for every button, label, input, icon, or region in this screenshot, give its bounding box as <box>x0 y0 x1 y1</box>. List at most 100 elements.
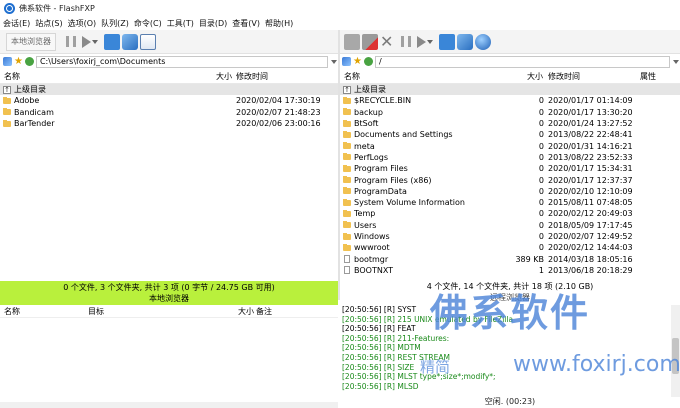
file-size: 0 <box>538 198 544 208</box>
table-row[interactable]: Documents and Settings 0 2013/08/22 22:48:… <box>340 129 680 140</box>
file-name: BtSoft <box>354 119 379 129</box>
menu-tools[interactable]: 工具(T) <box>167 18 194 29</box>
star-icon[interactable]: ★ <box>14 57 23 67</box>
network-icon[interactable] <box>342 57 351 66</box>
watermark-brand: 佛系软件 <box>430 291 591 335</box>
remote-path-input[interactable]: / <box>374 55 670 68</box>
menu-queue[interactable]: 队列(Z) <box>101 18 129 29</box>
local-col-date[interactable]: 修改时间 <box>236 71 268 82</box>
file-name: ProgramData <box>354 186 407 196</box>
remote-col-attr[interactable]: 属性 <box>640 71 656 82</box>
star-icon[interactable]: ★ <box>353 57 362 67</box>
bookmark-icon[interactable] <box>363 57 373 66</box>
table-row[interactable]: meta 0 2020/01/31 14:16:21 <box>340 140 680 151</box>
table-row[interactable]: Adobe 2020/02/04 17:30:19 <box>0 95 338 106</box>
folder-icon <box>3 108 11 116</box>
local-file-list: ↑ 上级目录 Adobe 2020/02/04 17:30:19 Bandica… <box>0 84 338 129</box>
table-row[interactable]: Windows 0 2020/02/07 12:49:52 <box>340 231 680 242</box>
remote-globe-button[interactable] <box>475 32 492 52</box>
table-row[interactable]: $RECYCLE.BIN 0 2020/01/17 01:14:09 <box>340 95 680 106</box>
table-row[interactable]: Users 0 2018/05/09 17:17:45 <box>340 220 680 231</box>
folder-icon <box>343 198 351 206</box>
table-row[interactable]: wwwroot 0 2020/02/12 14:44:03 <box>340 242 680 253</box>
local-home-button[interactable] <box>140 32 156 52</box>
table-row[interactable]: BtSoft 0 2020/01/24 13:27:52 <box>340 118 680 129</box>
pause-button[interactable] <box>66 32 76 52</box>
queue-col-name[interactable]: 名称 <box>4 306 20 317</box>
local-col-name[interactable]: 名称 <box>4 71 20 82</box>
folder-icon <box>343 221 351 229</box>
table-row[interactable]: PerfLogs 0 2013/08/22 23:52:33 <box>340 152 680 163</box>
table-row[interactable]: ProgramData 0 2020/02/10 12:10:09 <box>340 186 680 197</box>
file-size: 0 <box>538 107 544 117</box>
local-sync-button[interactable] <box>104 32 120 52</box>
local-path-input[interactable]: C:\Users\foxirj_com\Documents <box>35 55 328 68</box>
file-size: 0 <box>538 96 544 106</box>
file-date: 2020/02/07 12:49:52 <box>548 232 633 241</box>
connect-button[interactable] <box>344 32 360 52</box>
file-name: meta <box>354 141 375 151</box>
abort-button[interactable]: ✕ <box>380 32 393 52</box>
table-row[interactable]: Program Files 0 2020/01/17 15:34:31 <box>340 163 680 174</box>
menu-help[interactable]: 帮助(H) <box>265 18 293 29</box>
folder-icon <box>343 119 351 127</box>
file-date: 2020/01/17 12:37:37 <box>548 175 633 185</box>
table-row[interactable]: backup 0 2020/01/17 13:30:20 <box>340 107 680 118</box>
pause-icon <box>401 36 412 47</box>
pane-splitter[interactable] <box>338 30 340 300</box>
play-icon <box>82 35 91 48</box>
local-browser-button[interactable]: 本地浏览器 <box>6 32 56 52</box>
table-row[interactable]: bootmgr 389 KB 2014/03/18 18:05:16 <box>340 253 680 264</box>
folder-icon <box>343 164 351 172</box>
remote-path-dropdown[interactable] <box>670 56 680 68</box>
table-row[interactable]: BOOTNXT 1 2013/06/18 20:18:29 <box>340 265 680 276</box>
queue-list[interactable] <box>0 318 338 408</box>
title-bar: 佛系软件 - FlashFXP <box>0 0 680 17</box>
file-date: 2020/02/10 12:10:09 <box>548 186 633 196</box>
menu-view[interactable]: 查看(V) <box>232 18 260 29</box>
queue-col-size[interactable]: 大小 <box>238 306 254 317</box>
file-size: 1 <box>538 265 544 275</box>
file-size: 0 <box>538 243 544 253</box>
queue-scrollbar[interactable] <box>0 402 338 408</box>
watermark-small: 精简 <box>420 358 451 376</box>
remote-sync-button[interactable] <box>439 32 456 52</box>
table-row[interactable]: Temp 0 2020/02/12 20:49:03 <box>340 208 680 219</box>
file-name: Users <box>354 220 377 230</box>
bookmark-icon[interactable] <box>24 57 34 66</box>
queue-col-note[interactable]: 备注 <box>256 306 272 317</box>
local-parent-row[interactable]: ↑ 上级目录 <box>0 84 338 96</box>
file-date: 2020/02/04 17:30:19 <box>236 96 321 106</box>
table-row[interactable]: BarTender 2020/02/06 23:00:16 <box>0 118 338 129</box>
local-path-dropdown[interactable] <box>328 56 338 68</box>
file-date: 2013/08/22 23:52:33 <box>548 152 633 162</box>
remote-refresh-button[interactable] <box>457 32 474 52</box>
table-row[interactable]: System Volume Information 0 2015/08/11 07:… <box>340 197 680 208</box>
transfer-button[interactable] <box>82 32 98 52</box>
network-icon[interactable] <box>3 57 12 66</box>
remote-col-name[interactable]: 名称 <box>344 71 360 82</box>
local-toolbar: 本地浏览器 <box>0 30 338 54</box>
table-row[interactable]: Program Files (x86) 0 2020/01/17 12:37:37 <box>340 174 680 185</box>
remote-transfer-button[interactable] <box>417 32 434 52</box>
remote-col-date[interactable]: 修改时间 <box>548 71 580 82</box>
disconnect-button[interactable] <box>362 32 378 52</box>
menu-site[interactable]: 站点(S) <box>35 18 62 29</box>
remote-parent-row[interactable]: ↑ 上级目录 <box>340 84 680 96</box>
local-refresh-button[interactable] <box>122 32 138 52</box>
file-date: 2014/03/18 18:05:16 <box>548 254 633 264</box>
table-row[interactable]: Bandicam 2020/02/07 21:48:23 <box>0 107 338 118</box>
menu-options[interactable]: 选项(O) <box>68 18 97 29</box>
remote-pause-button[interactable] <box>401 32 412 52</box>
folder-icon <box>343 243 351 251</box>
file-date: 2015/08/11 07:48:05 <box>548 198 633 208</box>
menu-session[interactable]: 会话(E) <box>3 18 30 29</box>
queue-col-target[interactable]: 目标 <box>88 306 104 317</box>
remote-path-bar: ★ / <box>342 55 680 68</box>
menu-commands[interactable]: 命令(C) <box>134 18 162 29</box>
disconnect-icon <box>362 33 378 50</box>
local-col-size[interactable]: 大小 <box>216 71 232 82</box>
menu-directory[interactable]: 目录(D) <box>199 18 227 29</box>
remote-col-size[interactable]: 大小 <box>527 71 543 82</box>
remote-file-list: ↑ 上级目录 $RECYCLE.BIN 0 2020/01/17 01:14:09 b… <box>340 84 680 276</box>
